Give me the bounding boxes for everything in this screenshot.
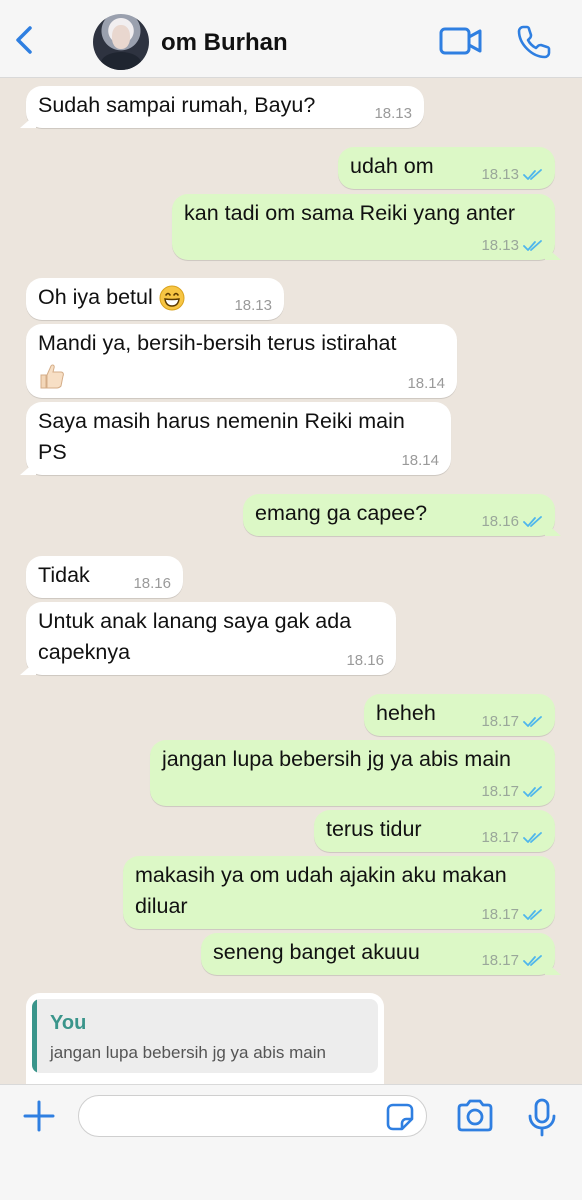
- message-text: seneng banget akuuu: [213, 940, 420, 964]
- message-text: emang ga capee?: [255, 501, 428, 525]
- message-text: Tidak: [38, 563, 90, 587]
- message-text: terus tidur: [326, 817, 422, 841]
- message-time: 18.16: [346, 652, 384, 669]
- double-check-icon: [523, 169, 543, 181]
- chat-header: om Burhan: [0, 0, 582, 78]
- message-time: 18.14: [407, 375, 445, 392]
- message-incoming[interactable]: Tidak 18.16: [26, 556, 183, 598]
- bubble-tail: [20, 114, 36, 128]
- message-text: Mandi ya, bersih-bersih terus istirahat: [38, 331, 397, 355]
- message-time: 18.17: [481, 952, 519, 969]
- thumbs-up-icon: [38, 362, 64, 389]
- chevron-left-icon: [8, 20, 44, 60]
- video-camera-icon: [438, 24, 484, 58]
- message-time: 18.17: [481, 906, 519, 923]
- message-text: udah om: [350, 154, 434, 178]
- avatar[interactable]: [93, 14, 149, 70]
- avatar-face: [112, 25, 130, 49]
- message-meta: 18.17: [481, 907, 543, 923]
- message-input[interactable]: [78, 1095, 427, 1137]
- message-outgoing[interactable]: heheh 18.17: [364, 694, 555, 736]
- message-outgoing[interactable]: udah om 18.13: [338, 147, 555, 189]
- message-time: 18.13: [234, 297, 272, 314]
- back-button[interactable]: [8, 20, 44, 60]
- message-text: kan tadi om sama Reiki yang anter: [184, 201, 516, 225]
- message-outgoing[interactable]: makasih ya om udah ajakin aku makan dilu…: [123, 856, 555, 929]
- message-time: 18.13: [481, 166, 519, 183]
- message-outgoing[interactable]: jangan lupa bebersih jg ya abis main 18.…: [150, 740, 555, 806]
- message-time: 18.17: [481, 783, 519, 800]
- bubble-tail: [20, 661, 36, 675]
- message-time: 18.13: [374, 105, 412, 122]
- message-incoming[interactable]: Untuk anak lanang saya gak ada capeknya …: [20, 602, 396, 675]
- message-outgoing[interactable]: seneng banget akuuu 18.17: [201, 933, 561, 975]
- bubble-tail: [545, 246, 561, 260]
- message-meta: 18.16: [481, 514, 543, 530]
- double-check-icon: [523, 832, 543, 844]
- sticker-button[interactable]: [385, 1102, 415, 1132]
- bubble-tail: [545, 522, 561, 536]
- double-check-icon: [523, 240, 543, 252]
- message-text: Untuk anak lanang saya gak ada capeknya: [38, 609, 352, 664]
- message-text: Sudah sampai rumah, Bayu?: [38, 93, 316, 117]
- attach-button[interactable]: [20, 1097, 58, 1135]
- message-incoming[interactable]: Oh iya betul 18.13: [26, 278, 284, 320]
- message-text: heheh: [376, 701, 436, 725]
- message-time: 18.16: [133, 575, 171, 592]
- voice-message-button[interactable]: [527, 1097, 557, 1137]
- message-time: 18.17: [481, 829, 519, 846]
- message-time: 18.14: [401, 452, 439, 469]
- double-check-icon: [523, 716, 543, 728]
- bubble-tail: [545, 961, 561, 975]
- double-check-icon: [523, 516, 543, 528]
- camera-button[interactable]: [455, 1098, 495, 1134]
- message-meta: 18.17: [481, 714, 543, 730]
- message-text: Saya masih harus nemenin Reiki main PS: [38, 409, 405, 464]
- quoted-message[interactable]: You jangan lupa bebersih jg ya abis main: [32, 999, 378, 1073]
- message-meta: 18.13: [481, 238, 543, 254]
- message-text: jangan lupa bebersih jg ya abis main: [162, 747, 512, 771]
- video-call-button[interactable]: [438, 24, 484, 58]
- double-check-icon: [523, 786, 543, 798]
- double-check-icon: [523, 909, 543, 921]
- message-outgoing[interactable]: terus tidur 18.17: [314, 810, 555, 852]
- plus-icon: [20, 1097, 58, 1135]
- contact-name[interactable]: om Burhan: [161, 29, 288, 57]
- avatar-body: [101, 52, 141, 70]
- grinning-face-icon: [159, 285, 185, 311]
- message-time: 18.13: [481, 237, 519, 254]
- message-text: Oh iya betul: [38, 285, 153, 309]
- quoted-text: jangan lupa bebersih jg ya abis main: [50, 1043, 326, 1062]
- message-incoming[interactable]: Mandi ya, bersih-bersih terus istirahat …: [26, 324, 457, 398]
- voice-call-button[interactable]: [514, 22, 554, 62]
- phone-icon: [514, 22, 554, 62]
- composer-bar: [0, 1084, 582, 1200]
- message-incoming[interactable]: Saya masih harus nemenin Reiki main PS 1…: [20, 402, 451, 475]
- camera-icon: [455, 1098, 495, 1134]
- message-time: 18.16: [481, 513, 519, 530]
- message-list[interactable]: Sudah sampai rumah, Bayu? 18.13 udah om …: [0, 79, 582, 1084]
- message-meta: 18.17: [481, 830, 543, 846]
- message-text: makasih ya om udah ajakin aku makan dilu…: [135, 863, 507, 918]
- message-meta: 18.17: [481, 784, 543, 800]
- sticker-icon: [385, 1102, 415, 1132]
- message-outgoing[interactable]: emang ga capee? 18.16: [243, 494, 561, 536]
- message-meta: 18.13: [481, 167, 543, 183]
- message-meta: 18.17: [481, 953, 543, 969]
- double-check-icon: [523, 955, 543, 967]
- message-outgoing[interactable]: kan tadi om sama Reiki yang anter 18.13: [172, 194, 561, 260]
- reply-message[interactable]: You jangan lupa bebersih jg ya abis main: [26, 993, 384, 1084]
- message-incoming[interactable]: Sudah sampai rumah, Bayu? 18.13: [20, 86, 424, 128]
- bubble-tail: [20, 461, 36, 475]
- message-time: 18.17: [481, 713, 519, 730]
- microphone-icon: [527, 1097, 557, 1137]
- quoted-author: You: [50, 1012, 87, 1034]
- quote-bar: [32, 999, 37, 1073]
